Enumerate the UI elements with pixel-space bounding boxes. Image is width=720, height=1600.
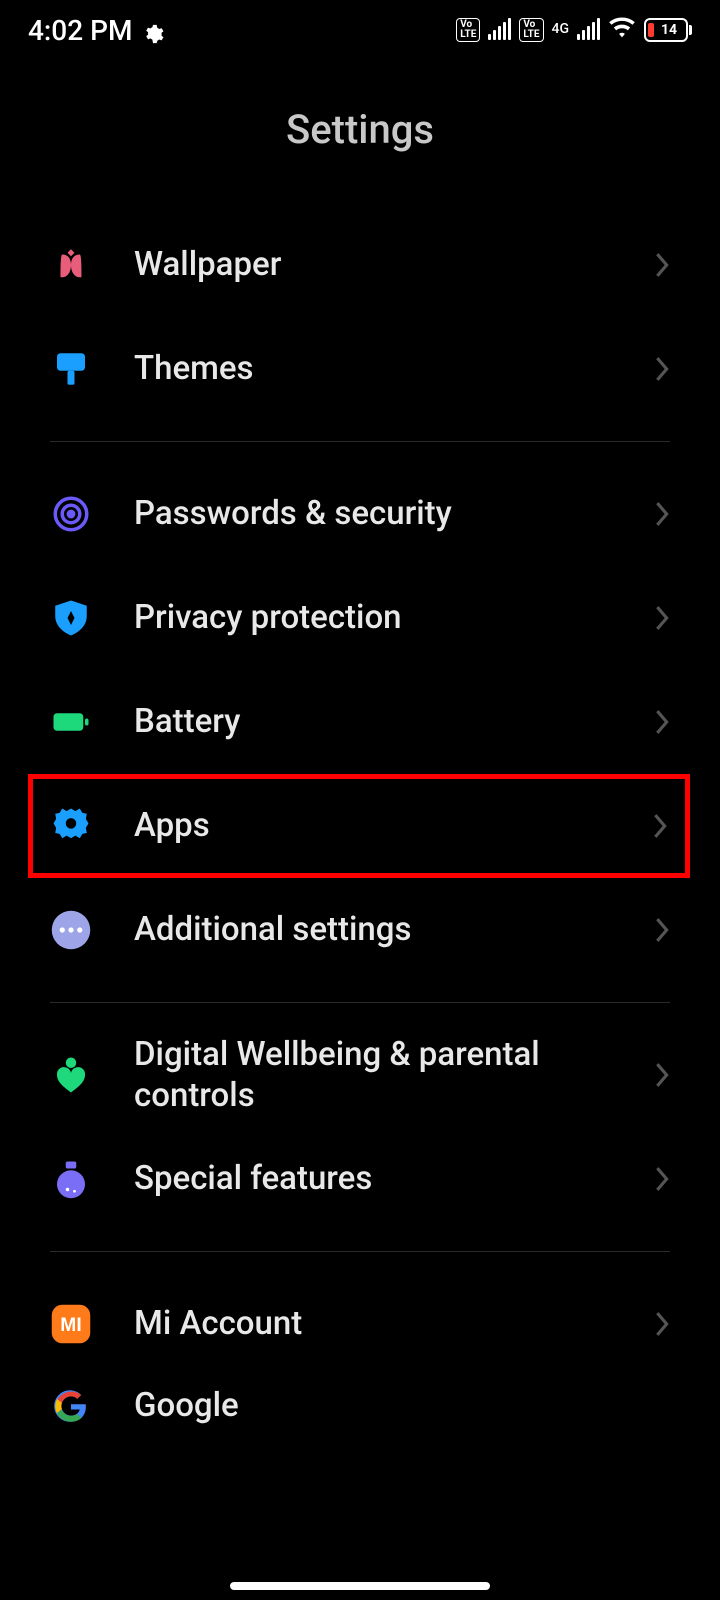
row-label: Mi Account (134, 1303, 654, 1344)
signal2-icon (577, 20, 600, 40)
row-special[interactable]: Special features (0, 1127, 720, 1231)
battery-indicator: 14 (644, 18, 692, 42)
chevron-right-icon (654, 251, 670, 279)
wifi-icon (608, 14, 636, 47)
chevron-right-icon (654, 500, 670, 528)
chevron-right-icon (654, 1165, 670, 1193)
status-bar: 4:02 PM VoLTE VoLTE 4G 14 (0, 0, 720, 60)
settings-notification-icon (142, 19, 164, 41)
divider (50, 1002, 670, 1003)
brush-icon (50, 348, 92, 390)
row-label: Themes (134, 348, 654, 389)
chevron-right-icon (654, 1310, 670, 1338)
row-themes[interactable]: Themes (0, 317, 720, 421)
row-privacy[interactable]: Privacy protection (0, 566, 720, 670)
dots-icon (50, 909, 92, 951)
row-mi-account[interactable]: MI Mi Account (0, 1272, 720, 1376)
row-label: Google (134, 1385, 670, 1426)
flower-icon (50, 244, 92, 286)
page-title: Settings (0, 60, 720, 213)
row-label: Battery (134, 701, 654, 742)
battery-icon (50, 701, 92, 743)
divider (50, 441, 670, 442)
chevron-right-icon (654, 916, 670, 944)
row-battery[interactable]: Battery (0, 670, 720, 774)
row-passwords[interactable]: Passwords & security (0, 462, 720, 566)
status-time: 4:02 PM (28, 14, 132, 47)
signal1-icon (488, 20, 511, 40)
volte2-icon: VoLTE (519, 18, 543, 42)
divider (50, 1251, 670, 1252)
google-icon (50, 1385, 92, 1427)
row-wallpaper[interactable]: Wallpaper (0, 213, 720, 317)
shield-icon (50, 597, 92, 639)
person-heart-icon (50, 1054, 92, 1096)
volte-icon: VoLTE (456, 18, 480, 42)
fingerprint-icon (50, 493, 92, 535)
chevron-right-icon (654, 604, 670, 632)
cog-icon (50, 805, 92, 847)
settings-list: Wallpaper Themes Passwords & security Pr… (0, 213, 720, 1436)
row-wellbeing[interactable]: Digital Wellbeing & parental controls (0, 1023, 720, 1127)
network-type: 4G (552, 22, 570, 36)
chevron-right-icon (654, 1061, 670, 1089)
chevron-right-icon (652, 812, 668, 840)
row-label: Privacy protection (134, 597, 654, 638)
home-indicator[interactable] (230, 1582, 490, 1590)
chevron-right-icon (654, 708, 670, 736)
row-label: Special features (134, 1158, 654, 1199)
row-label: Digital Wellbeing & parental controls (134, 1034, 654, 1117)
row-label: Apps (134, 805, 652, 846)
row-google[interactable]: Google (0, 1376, 720, 1436)
svg-text:MI: MI (60, 1315, 81, 1336)
chevron-right-icon (654, 355, 670, 383)
mi-icon: MI (50, 1303, 92, 1345)
flask-icon (50, 1158, 92, 1200)
row-additional[interactable]: Additional settings (0, 878, 720, 982)
row-label: Wallpaper (134, 244, 654, 285)
row-label: Passwords & security (134, 493, 654, 534)
row-label: Additional settings (134, 909, 654, 950)
row-apps[interactable]: Apps (28, 774, 690, 878)
